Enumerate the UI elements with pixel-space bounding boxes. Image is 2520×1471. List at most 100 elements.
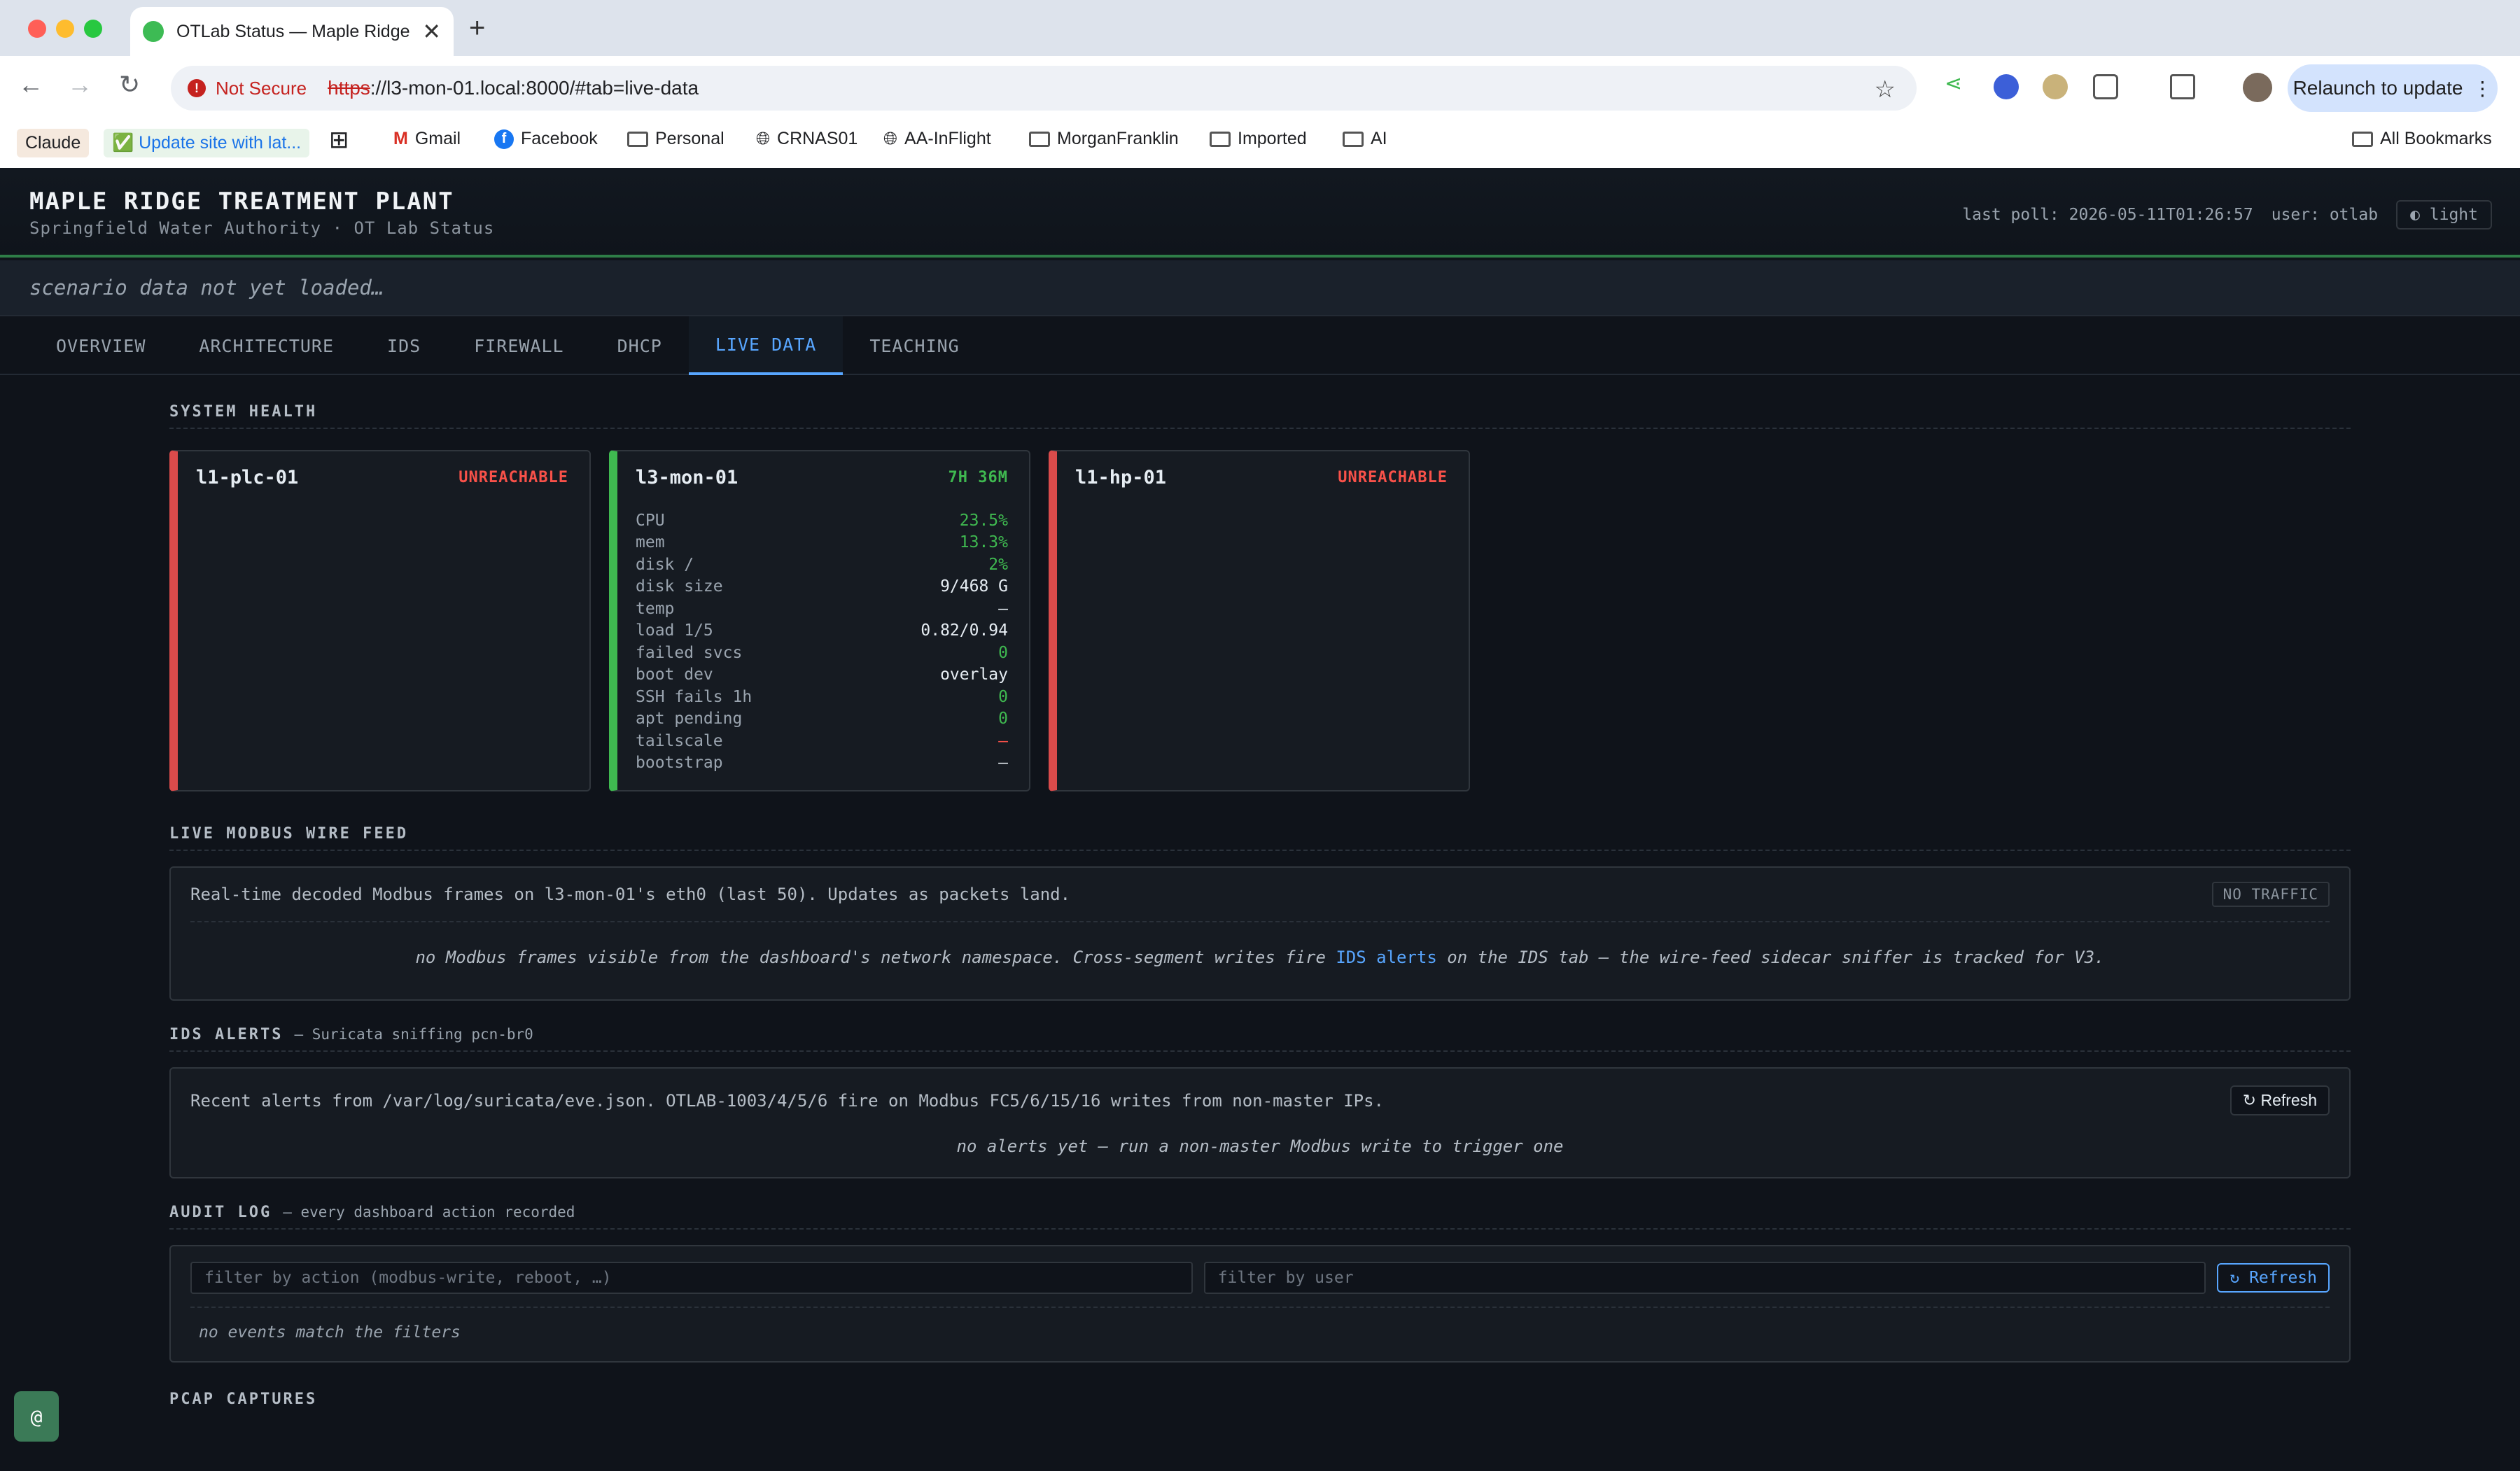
cast-search-icon[interactable] — [2170, 74, 2195, 99]
metric-label: disk size — [636, 577, 723, 596]
audit-refresh-button[interactable]: ↻ Refresh — [2217, 1263, 2330, 1293]
health-card-l3-mon-01: l3-mon-01 7H 36M CPU 23.5% mem 13.3% disk / 2%… — [609, 450, 1030, 791]
metric-row: mem 13.3% — [636, 532, 1008, 554]
metric-value: 0.82/0.94 — [920, 621, 1008, 640]
metric-label: boot dev — [636, 666, 713, 684]
modbus-heading: LIVE MODBUS WIRE FEED — [169, 825, 2351, 851]
new-tab-button[interactable]: + — [469, 13, 485, 44]
apps-grid-icon[interactable]: ⊞ — [329, 126, 349, 154]
all-bookmarks[interactable]: All Bookmarks — [2352, 129, 2492, 149]
folder-icon — [2352, 131, 2373, 147]
tab-teaching[interactable]: TEACHING — [843, 316, 986, 375]
metric-label: mem — [636, 533, 665, 552]
forward-icon[interactable]: → — [67, 70, 92, 99]
traffic-badge: NO TRAFFIC — [2211, 882, 2330, 907]
host-name: l3-mon-01 — [636, 467, 738, 488]
ids-alerts-panel: Recent alerts from /var/log/suricata/eve… — [169, 1067, 2351, 1178]
bookmark-label: AA-InFlight — [904, 129, 991, 148]
filter-user-input[interactable]: filter by user — [1203, 1262, 2206, 1294]
bookmark-label: MorganFranklin — [1057, 129, 1179, 148]
metric-label: SSH fails 1h — [636, 687, 752, 706]
metrics-list: CPU 23.5% mem 13.3% disk / 2% disk size 9/468 G… — [636, 509, 1008, 774]
puzzle-extensions-icon[interactable] — [2093, 74, 2118, 99]
bookmark-label: Imported — [1238, 129, 1307, 148]
metric-label: load 1/5 — [636, 621, 713, 640]
extension-icon[interactable] — [2043, 74, 2068, 99]
bookmark-claude[interactable]: Claude — [17, 129, 90, 157]
bookmark-folder-morganfranklin[interactable]: MorganFranklin — [1029, 129, 1179, 149]
metric-value: 13.3% — [959, 533, 1008, 552]
scenario-banner: scenario data not yet loaded… — [0, 260, 2520, 316]
section-title: AUDIT LOG — [169, 1204, 272, 1221]
metric-row: temp — — [636, 598, 1008, 620]
share-icon[interactable]: ⋖ — [1945, 71, 1970, 97]
header: MAPLE RIDGE TREATMENT PLANT Springfield … — [0, 168, 2520, 258]
folder-icon — [1210, 131, 1231, 147]
metric-label: bootstrap — [636, 754, 723, 773]
tab-ids[interactable]: IDS — [360, 316, 447, 375]
folder-icon — [1029, 131, 1050, 147]
ids-alerts-link[interactable]: IDS alerts — [1336, 948, 1437, 967]
ids-heading: IDS ALERTS — Suricata sniffing pcn-br0 — [169, 1026, 2351, 1052]
bookmark-update-site[interactable]: ✅ Update site with lat... — [104, 129, 310, 157]
empty-text: on the IDS tab — the wire-feed sidecar s… — [1436, 948, 2105, 967]
metric-value: overlay — [940, 666, 1008, 684]
tab-architecture[interactable]: ARCHITECTURE — [172, 316, 360, 375]
menu-dots-icon: ⋮ — [2472, 77, 2493, 99]
bookmark-label: AI — [1371, 129, 1387, 148]
facebook-icon: f — [494, 129, 514, 149]
zoom-extension-icon[interactable] — [1994, 74, 2019, 99]
bookmark-aa-inflight[interactable]: 🌐︎ AA-InFlight — [883, 129, 991, 149]
tab-overview[interactable]: OVERVIEW — [29, 316, 172, 375]
bookmark-folder-personal[interactable]: Personal — [627, 129, 724, 149]
bookmark-facebook[interactable]: f Facebook — [494, 129, 598, 149]
system-health-heading: SYSTEM HEALTH — [169, 403, 2351, 429]
tab-live-data[interactable]: LIVE DATA — [688, 316, 844, 375]
bookmark-gmail[interactable]: M Gmail — [393, 129, 461, 149]
audit-filters: filter by action (modbus-write, reboot, … — [171, 1246, 2349, 1307]
bookmark-crnas01[interactable]: 🌐︎ CRNAS01 — [756, 129, 858, 149]
metric-row: boot dev overlay — [636, 664, 1008, 687]
bookmark-folder-imported[interactable]: Imported — [1210, 129, 1307, 149]
back-icon[interactable]: ← — [18, 70, 43, 99]
bookmark-star-icon[interactable]: ☆ — [1875, 76, 1896, 104]
close-tab-icon[interactable]: ✕ — [422, 18, 441, 45]
globe-icon: 🌐︎ — [883, 129, 898, 148]
address-bar[interactable]: ! Not Secure https ://l3-mon-01.local:80… — [171, 66, 1917, 111]
status-badge: UNREACHABLE — [458, 469, 568, 486]
theme-toggle-button[interactable]: ◐ light — [2396, 200, 2492, 230]
tab-dhcp[interactable]: DHCP — [591, 316, 689, 375]
metric-value: 23.5% — [959, 511, 1008, 530]
folder-icon — [1343, 131, 1364, 147]
close-window-button[interactable] — [28, 20, 46, 38]
empty-text: no Modbus frames visible from the dashbo… — [415, 948, 1336, 967]
section-title: IDS ALERTS — [169, 1026, 284, 1043]
browser-tab[interactable]: OTLab Status — Maple Ridge ✕ — [130, 7, 454, 56]
minimize-window-button[interactable] — [56, 20, 74, 38]
dashboard: MAPLE RIDGE TREATMENT PLANT Springfield … — [0, 168, 2520, 1471]
assistant-icon[interactable]: @ — [14, 1391, 59, 1442]
live-data-content: SYSTEM HEALTH l1-plc-01 UNREACHABLE l3-mo… — [169, 403, 2351, 1415]
filter-action-input[interactable]: filter by action (modbus-write, reboot, … — [190, 1262, 1193, 1294]
section-title: LIVE MODBUS WIRE FEED — [169, 825, 409, 843]
modbus-feed-panel: Real-time decoded Modbus frames on l3-mo… — [169, 866, 2351, 1001]
gmail-icon: M — [393, 129, 408, 148]
folder-icon — [627, 131, 648, 147]
bookmark-folder-ai[interactable]: AI — [1343, 129, 1387, 149]
relaunch-button[interactable]: Relaunch to update ⋮ — [2288, 64, 2498, 112]
tab-firewall[interactable]: FIREWALL — [447, 316, 590, 375]
current-user: user: otlab — [2271, 206, 2379, 224]
audit-heading: AUDIT LOG — every dashboard action record… — [169, 1204, 2351, 1230]
bookmark-label: CRNAS01 — [777, 129, 858, 148]
reload-icon[interactable]: ↻ — [119, 70, 140, 99]
avatar[interactable] — [2243, 73, 2272, 102]
zoom-window-button[interactable] — [84, 20, 102, 38]
security-indicator[interactable]: ! Not Secure — [183, 78, 319, 99]
section-title: SYSTEM HEALTH — [169, 403, 318, 421]
metric-row: apt pending 0 — [636, 708, 1008, 731]
favicon-icon — [143, 21, 164, 42]
metric-row: failed svcs 0 — [636, 642, 1008, 664]
metric-value: 0 — [998, 643, 1008, 662]
ids-refresh-button[interactable]: ↻ Refresh — [2230, 1085, 2330, 1115]
main-tabs: OVERVIEW ARCHITECTURE IDS FIREWALL DHCP … — [0, 316, 2520, 375]
